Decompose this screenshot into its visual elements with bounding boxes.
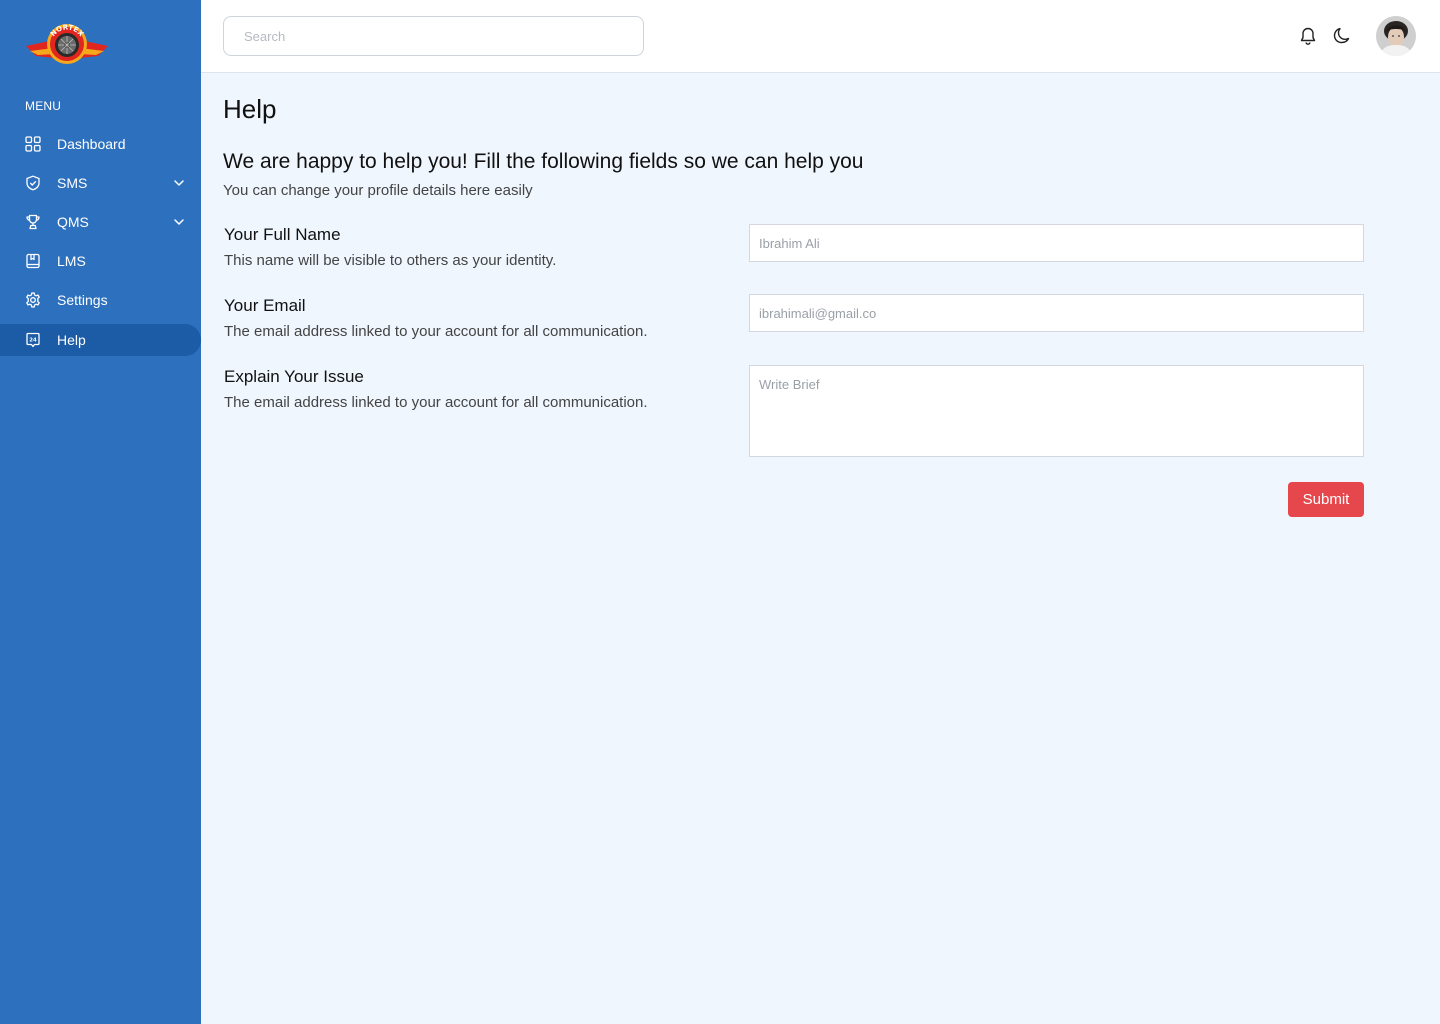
menu-heading: MENU — [25, 99, 62, 113]
issue-help: The email address linked to your account… — [224, 394, 648, 411]
sidebar-item-help[interactable]: 24 Help — [0, 324, 201, 356]
avatar[interactable] — [1376, 16, 1416, 56]
grid-icon — [25, 136, 41, 152]
svg-text:24: 24 — [29, 337, 37, 343]
email-label: Your Email — [224, 296, 306, 315]
sidebar-item-label: QMS — [57, 214, 89, 230]
nortex-logo[interactable]: NORTEX — [24, 18, 110, 70]
book-icon — [25, 253, 41, 269]
submit-button[interactable]: Submit — [1288, 482, 1364, 517]
chevron-down-icon[interactable] — [172, 215, 186, 229]
issue-textarea[interactable] — [749, 365, 1364, 457]
section-subheading: You can change your profile details here… — [223, 182, 533, 199]
email-help: The email address linked to your account… — [224, 323, 648, 340]
moon-icon[interactable] — [1332, 26, 1352, 46]
top-bar — [201, 0, 1440, 73]
full-name-field[interactable] — [749, 224, 1364, 262]
sidebar-item-label: LMS — [57, 253, 86, 269]
full-name-help: This name will be visible to others as y… — [224, 252, 557, 269]
email-field[interactable] — [749, 294, 1364, 332]
sidebar-item-sms[interactable]: SMS — [0, 167, 201, 199]
issue-label: Explain Your Issue — [224, 367, 364, 386]
gear-icon — [25, 292, 41, 308]
trophy-icon — [25, 214, 41, 230]
sidebar-item-dashboard[interactable]: Dashboard — [0, 128, 201, 160]
search-input[interactable] — [223, 16, 644, 56]
sidebar-item-label: Settings — [57, 292, 108, 308]
shield-check-icon — [25, 175, 41, 191]
sidebar: NORTEX MENU Dashboard SMS QMS LMS Settin… — [0, 0, 201, 1024]
sidebar-item-settings[interactable]: Settings — [0, 284, 201, 316]
support-24-icon: 24 — [25, 332, 41, 348]
sidebar-item-label: SMS — [57, 175, 88, 191]
sidebar-item-label: Help — [57, 332, 86, 348]
sidebar-item-label: Dashboard — [57, 136, 126, 152]
bell-icon[interactable] — [1298, 26, 1318, 46]
sidebar-item-qms[interactable]: QMS — [0, 206, 201, 238]
sidebar-item-lms[interactable]: LMS — [0, 245, 201, 277]
section-heading: We are happy to help you! Fill the follo… — [223, 150, 864, 173]
page-title: Help — [223, 94, 277, 124]
full-name-label: Your Full Name — [224, 225, 341, 244]
chevron-down-icon[interactable] — [172, 176, 186, 190]
